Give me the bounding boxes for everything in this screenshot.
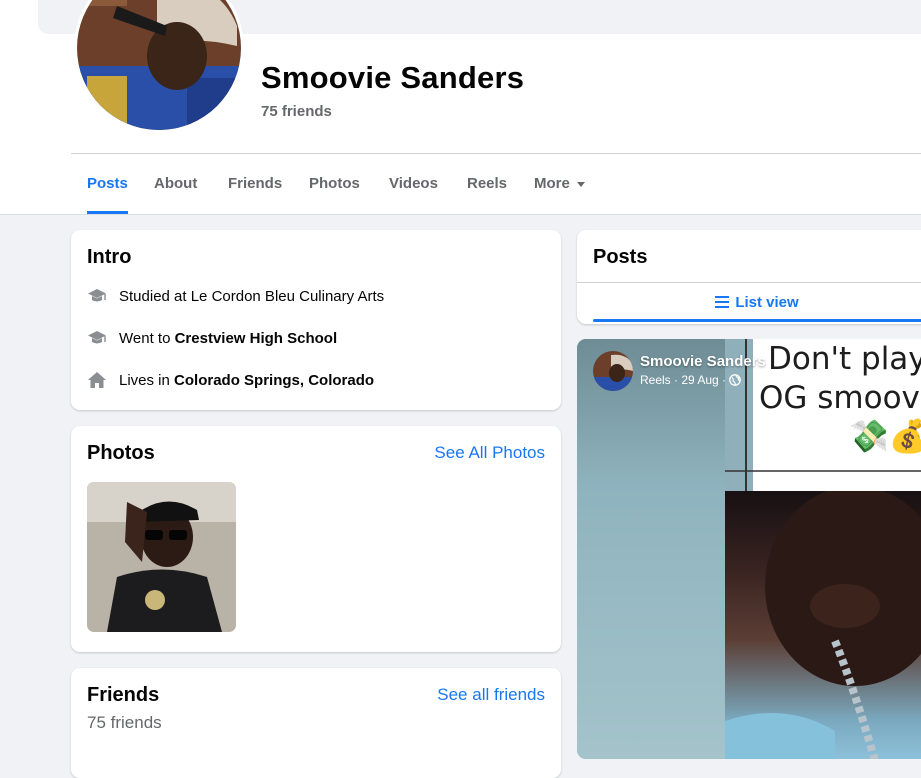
intro-card: Intro Studied at Le Cordon Bleu Culinary… — [71, 230, 561, 410]
reel-video-image — [725, 486, 921, 759]
friends-title: Friends — [87, 684, 160, 706]
reel-author-avatar[interactable] — [593, 351, 633, 391]
reel-overlay-line1: Don't play — [768, 341, 921, 377]
caret-down-icon — [576, 181, 585, 187]
author-avatar-image — [593, 351, 633, 391]
photos-title: Photos — [87, 442, 155, 464]
location-link[interactable]: Colorado Springs, Colorado — [174, 372, 374, 389]
list-icon — [715, 296, 730, 308]
photo-thumbnail[interactable] — [87, 482, 236, 632]
intro-item-education-text: Studied at Le Cordon Bleu Culinary Arts — [119, 287, 385, 305]
photos-card: Photos See All Photos — [71, 426, 561, 652]
reel-background — [577, 339, 725, 759]
list-view-label: List view — [735, 293, 799, 311]
home-icon — [87, 370, 107, 390]
intro-item-location: Lives in Colorado Springs, Colorado — [87, 368, 374, 392]
friends-card: Friends See all friends 75 friends — [71, 668, 561, 778]
tab-more-label: More — [534, 175, 570, 192]
tab-videos[interactable]: Videos — [389, 154, 438, 214]
intro-item-school-text: Went to Crestview High School — [119, 329, 338, 347]
photo-image — [87, 482, 236, 632]
tab-about[interactable]: About — [154, 154, 197, 214]
see-all-friends-link[interactable]: See all friends — [437, 685, 545, 705]
intro-item-education: Studied at Le Cordon Bleu Culinary Arts — [87, 284, 384, 308]
reel-meta: Reels · 29 Aug · — [640, 373, 741, 387]
graduation-cap-icon — [87, 328, 107, 348]
posts-title: Posts — [593, 246, 648, 268]
tab-photos[interactable]: Photos — [309, 154, 360, 214]
reel-meta-text: Reels · 29 Aug · — [640, 373, 727, 387]
friends-count-link[interactable]: 75 friends — [261, 103, 332, 120]
reel-post[interactable]: Don't play OG smoov 💸💰 Smoovie Sanders R… — [577, 339, 921, 759]
school-link[interactable]: Crestview High School — [175, 330, 338, 347]
see-all-photos-link[interactable]: See All Photos — [434, 443, 545, 463]
reel-video-frame — [725, 486, 921, 759]
profile-header: Smoovie Sanders 75 friends Posts About F… — [0, 0, 921, 215]
friends-card-count: 75 friends — [87, 713, 162, 732]
graduation-cap-icon — [87, 286, 107, 306]
tab-more[interactable]: More — [534, 154, 585, 214]
tab-friends[interactable]: Friends — [228, 154, 282, 214]
avatar-image — [77, 0, 241, 130]
reel-overlay-line2: OG smoov — [759, 380, 920, 416]
intro-title: Intro — [87, 246, 132, 268]
tab-reels[interactable]: Reels — [467, 154, 507, 214]
reel-author-name[interactable]: Smoovie Sanders — [640, 353, 766, 370]
intro-item-school: Went to Crestview High School — [87, 326, 337, 350]
profile-name: Smoovie Sanders — [261, 60, 525, 95]
tab-posts[interactable]: Posts — [87, 154, 128, 214]
posts-card: Posts List view — [577, 230, 921, 324]
list-view-underline — [593, 319, 921, 322]
globe-icon — [729, 374, 741, 386]
money-emoji-icon: 💸💰 — [849, 418, 921, 454]
profile-avatar[interactable] — [74, 0, 244, 133]
intro-item-location-text: Lives in Colorado Springs, Colorado — [119, 371, 375, 389]
list-view-tab[interactable]: List view — [577, 282, 921, 322]
